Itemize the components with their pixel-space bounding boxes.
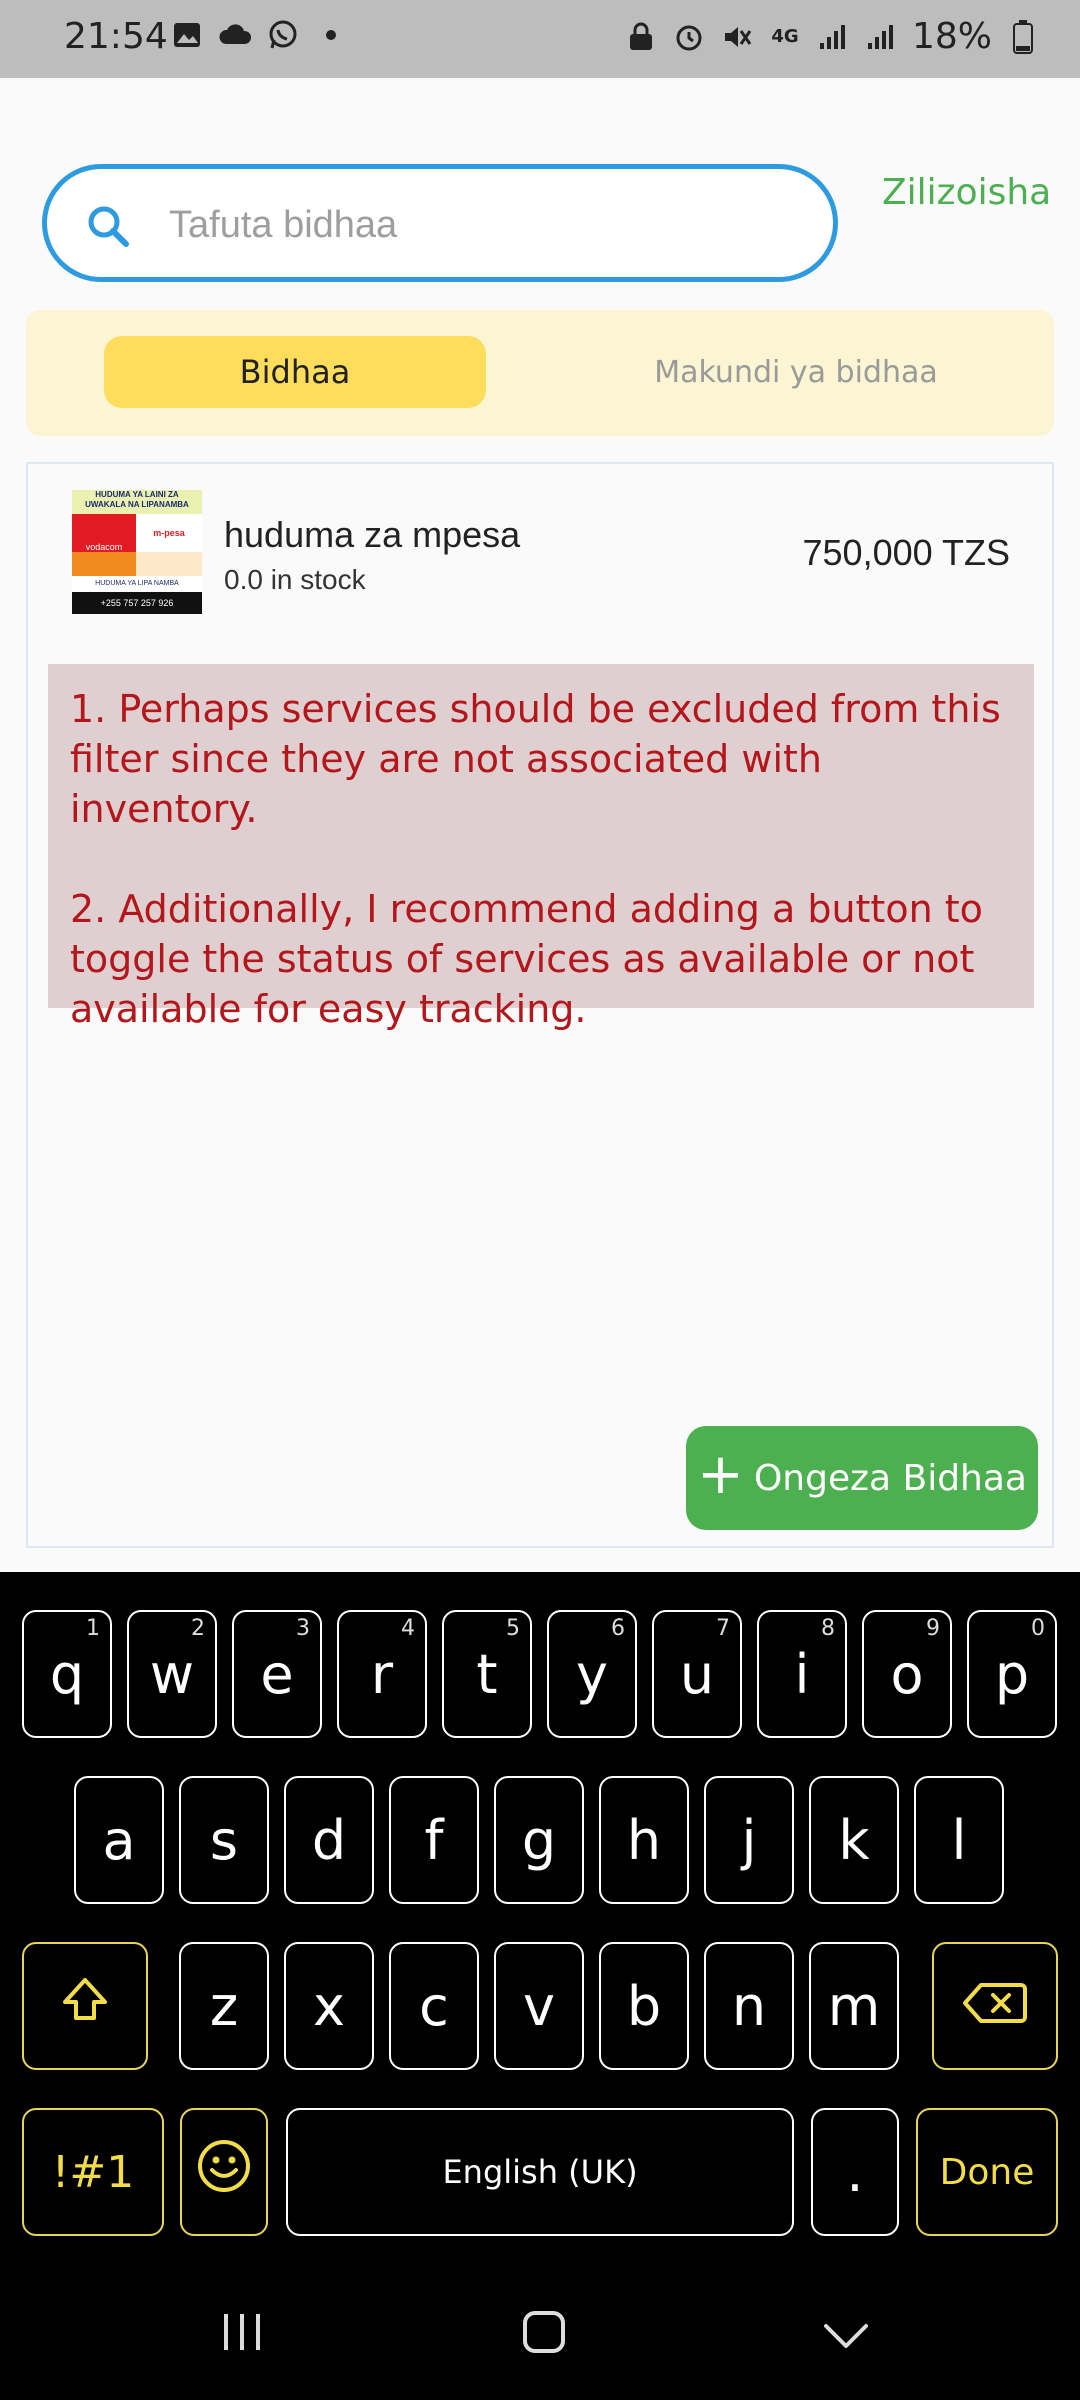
product-name: huduma za mpesa: [224, 514, 521, 555]
search-input[interactable]: [167, 191, 811, 259]
key-a[interactable]: a: [74, 1776, 164, 1904]
key-d[interactable]: d: [284, 1776, 374, 1904]
key-l[interactable]: l: [914, 1776, 1004, 1904]
backspace-key[interactable]: [932, 1942, 1058, 2070]
tab-products[interactable]: Bidhaa: [104, 336, 486, 408]
cloud-icon: [218, 18, 252, 52]
image-icon: [170, 18, 204, 52]
signal-icon: [816, 20, 850, 54]
shift-key[interactable]: [22, 1942, 148, 2070]
key-c[interactable]: c: [389, 1942, 479, 2070]
whatsapp-icon: [266, 18, 300, 52]
status-icons-left: [170, 18, 348, 52]
status-bar: 21:54 4G 18%: [0, 0, 1080, 78]
navigation-bar: [0, 2290, 1080, 2400]
key-p[interactable]: p0: [967, 1610, 1057, 1738]
key-h[interactable]: h: [599, 1776, 689, 1904]
add-product-button[interactable]: + Ongeza Bidhaa: [686, 1426, 1038, 1530]
key-r[interactable]: r4: [337, 1610, 427, 1738]
key-j[interactable]: j: [704, 1776, 794, 1904]
product-stock: 0.0 in stock: [224, 564, 366, 595]
shift-icon: [59, 1974, 111, 2039]
key-y[interactable]: y6: [547, 1610, 637, 1738]
battery-percent: 18%: [911, 16, 992, 57]
add-product-label: Ongeza Bidhaa: [753, 1457, 1027, 1499]
dot-icon: [314, 18, 348, 52]
key-g[interactable]: g: [494, 1776, 584, 1904]
signal-icon: [864, 20, 898, 54]
done-key[interactable]: Done: [916, 2108, 1058, 2236]
tab-bar: Bidhaa Makundi ya bidhaa: [26, 310, 1054, 436]
note-line-1: 1. Perhaps services should be excluded f…: [70, 687, 1001, 831]
battery-icon: [1006, 19, 1040, 54]
product-thumbnail: HUDUMA YA LAINI ZA UWAKALA NA LIPANAMBA …: [72, 490, 202, 614]
key-o[interactable]: o9: [862, 1610, 952, 1738]
lock-icon: [624, 20, 658, 54]
status-icons-right: 4G 18%: [624, 16, 1040, 57]
emoji-key[interactable]: [180, 2108, 268, 2236]
recent-apps-icon[interactable]: [220, 2310, 264, 2365]
key-z[interactable]: z: [179, 1942, 269, 2070]
alarm-icon: [672, 20, 706, 54]
key-e[interactable]: e3: [232, 1610, 322, 1738]
tab-product-categories[interactable]: Makundi ya bidhaa: [586, 336, 1006, 408]
key-x[interactable]: x: [284, 1942, 374, 2070]
key-f[interactable]: f: [389, 1776, 479, 1904]
period-key[interactable]: .: [811, 2108, 899, 2236]
home-icon[interactable]: [522, 2310, 566, 2365]
key-i[interactable]: i8: [757, 1610, 847, 1738]
keyboard: q1 w2 e3 r4 t5 y6 u7 i8 o9 p0 a s d f g …: [0, 1572, 1080, 2400]
mute-icon: [720, 20, 754, 54]
status-time: 21:54: [64, 16, 168, 57]
key-t[interactable]: t5: [442, 1610, 532, 1738]
product-list: HUDUMA YA LAINI ZA UWAKALA NA LIPANAMBA …: [26, 462, 1054, 1548]
backspace-icon: [963, 1975, 1027, 2038]
network-4g-icon: 4G: [771, 26, 799, 47]
key-n[interactable]: n: [704, 1942, 794, 2070]
product-price: 750,000 TZS: [802, 532, 1010, 573]
key-v[interactable]: v: [494, 1942, 584, 2070]
list-item[interactable]: HUDUMA YA LAINI ZA UWAKALA NA LIPANAMBA …: [28, 464, 1052, 644]
search-icon: [83, 201, 133, 251]
key-w[interactable]: w2: [127, 1610, 217, 1738]
feedback-note: 1. Perhaps services should be excluded f…: [48, 664, 1034, 1031]
space-key[interactable]: English (UK): [286, 2108, 794, 2236]
key-u[interactable]: u7: [652, 1610, 742, 1738]
key-q[interactable]: q1: [22, 1610, 112, 1738]
key-b[interactable]: b: [599, 1942, 689, 2070]
symbols-key[interactable]: !#1: [22, 2108, 164, 2236]
sold-out-link[interactable]: Zilizoisha: [882, 172, 1051, 213]
key-m[interactable]: m: [809, 1942, 899, 2070]
plus-icon: +: [697, 1442, 744, 1507]
key-s[interactable]: s: [179, 1776, 269, 1904]
note-line-2: 2. Additionally, I recommend adding a bu…: [70, 887, 983, 1031]
back-icon[interactable]: [822, 2314, 870, 2365]
search-bar[interactable]: [42, 164, 838, 282]
key-k[interactable]: k: [809, 1776, 899, 1904]
emoji-icon: [196, 2138, 252, 2207]
